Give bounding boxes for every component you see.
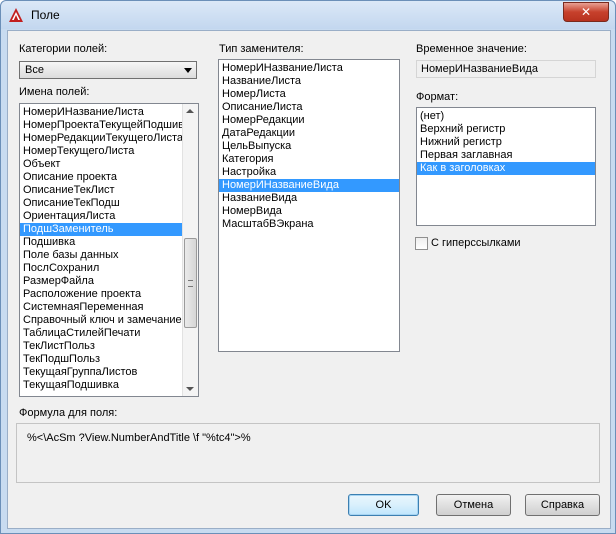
- field-name-item[interactable]: ТекПодшПольз: [20, 353, 183, 366]
- replacement-type-item[interactable]: НомерИНазваниеЛиста: [219, 62, 399, 75]
- replacement-type-item[interactable]: НомерЛиста: [219, 88, 399, 101]
- replacement-type-item[interactable]: Категория: [219, 153, 399, 166]
- field-name-item[interactable]: Объект: [20, 158, 183, 171]
- replacement-type-item[interactable]: НазваниеВида: [219, 192, 399, 205]
- dialog-window: Поле ✕ Категории полей: Все Имена полей:…: [0, 0, 616, 534]
- field-name-item[interactable]: ОриентацияЛиста: [20, 210, 183, 223]
- replacement-type-item[interactable]: Настройка: [219, 166, 399, 179]
- field-name-item[interactable]: НомерТекущегоЛиста: [20, 145, 183, 158]
- field-name-item[interactable]: ТекЛистПольз: [20, 340, 183, 353]
- formula-label: Формула для поля:: [19, 407, 118, 419]
- field-name-item[interactable]: Поле базы данных: [20, 249, 183, 262]
- replacement-type-list[interactable]: НомерИНазваниеЛиста НазваниеЛиста НомерЛис…: [218, 59, 400, 352]
- formula-text: %<\AcSm ?View.NumberAndTitle \f "%tc4">%: [27, 432, 251, 444]
- categories-selected-value: Все: [25, 64, 44, 76]
- field-name-item[interactable]: ТекущаяГруппаЛистов: [20, 366, 183, 379]
- replacement-type-item[interactable]: МасштабВЭкрана: [219, 218, 399, 231]
- chevron-down-icon: [184, 68, 192, 73]
- replacement-type-item[interactable]: ЦельВыпуска: [219, 140, 399, 153]
- close-button[interactable]: ✕: [563, 2, 609, 22]
- field-name-item[interactable]: Подшивка: [20, 236, 183, 249]
- field-names-label: Имена полей:: [19, 86, 90, 98]
- autocad-logo-icon: [9, 8, 23, 22]
- field-name-item[interactable]: ПослСохранил: [20, 262, 183, 275]
- field-name-item[interactable]: ТаблицаСтилейПечати: [20, 327, 183, 340]
- categories-label: Категории полей:: [19, 43, 108, 55]
- grip-icon: [188, 280, 193, 287]
- replacement-type-label: Тип заменителя:: [219, 43, 304, 55]
- replacement-type-item[interactable]: НомерВида: [219, 205, 399, 218]
- replacement-type-item[interactable]: ДатаРедакции: [219, 127, 399, 140]
- scroll-up-icon[interactable]: [186, 109, 194, 113]
- ok-button[interactable]: OK: [348, 494, 419, 516]
- replacement-type-item[interactable]: ОписаниеЛиста: [219, 101, 399, 114]
- field-name-item[interactable]: Описание проекта: [20, 171, 183, 184]
- field-name-item[interactable]: ОписаниеТекЛист: [20, 184, 183, 197]
- hyperlinks-label: С гиперссылками: [431, 237, 521, 249]
- format-item[interactable]: Как в заголовках: [417, 162, 595, 175]
- field-name-item[interactable]: НомерРедакцииТекущегоЛиста: [20, 132, 183, 145]
- field-names-scrollbar[interactable]: [182, 104, 198, 396]
- field-name-item[interactable]: Расположение проекта: [20, 288, 183, 301]
- field-name-item[interactable]: ОписаниеТекПодш: [20, 197, 183, 210]
- hyperlinks-checkbox[interactable]: [415, 237, 428, 250]
- temp-value-label: Временное значение:: [416, 43, 527, 55]
- cancel-button[interactable]: Отмена: [436, 494, 511, 516]
- format-label: Формат:: [416, 91, 459, 103]
- formula-field[interactable]: %<\AcSm ?View.NumberAndTitle \f "%tc4">%: [16, 423, 600, 483]
- scroll-down-icon[interactable]: [186, 387, 194, 391]
- format-item[interactable]: Первая заглавная: [417, 149, 595, 162]
- field-name-item[interactable]: СистемнаяПеременная: [20, 301, 183, 314]
- help-button[interactable]: Справка: [525, 494, 600, 516]
- field-name-item[interactable]: НомерИНазваниеЛиста: [20, 106, 183, 119]
- field-name-item[interactable]: Справочный ключ и замечание: [20, 314, 183, 327]
- field-name-item[interactable]: ПодшЗаменитель: [20, 223, 183, 236]
- categories-dropdown[interactable]: Все: [19, 61, 197, 79]
- temp-value-text: НомерИНазваниеВида: [421, 63, 538, 75]
- format-item[interactable]: (нет): [417, 110, 595, 123]
- replacement-type-item[interactable]: НазваниеЛиста: [219, 75, 399, 88]
- field-names-list[interactable]: НомерИНазваниеЛиста НомерПроектаТекущейПо…: [19, 103, 199, 397]
- field-name-item[interactable]: НомерПроектаТекущейПодшивки: [20, 119, 183, 132]
- field-name-item[interactable]: ТекущаяПодшивка: [20, 379, 183, 392]
- format-item[interactable]: Верхний регистр: [417, 123, 595, 136]
- format-list[interactable]: (нет) Верхний регистр Нижний регистр Первая…: [416, 107, 596, 226]
- title-bar[interactable]: Поле ✕: [1, 1, 615, 29]
- replacement-type-item[interactable]: НомерРедакции: [219, 114, 399, 127]
- dialog-body: Категории полей: Все Имена полей: НомерИ…: [7, 30, 611, 529]
- replacement-type-item[interactable]: НомерИНазваниеВида: [219, 179, 399, 192]
- window-title: Поле: [31, 8, 60, 22]
- scroll-thumb[interactable]: [184, 238, 197, 328]
- temp-value-field: НомерИНазваниеВида: [416, 60, 596, 78]
- field-name-item[interactable]: РазмерФайла: [20, 275, 183, 288]
- format-item[interactable]: Нижний регистр: [417, 136, 595, 149]
